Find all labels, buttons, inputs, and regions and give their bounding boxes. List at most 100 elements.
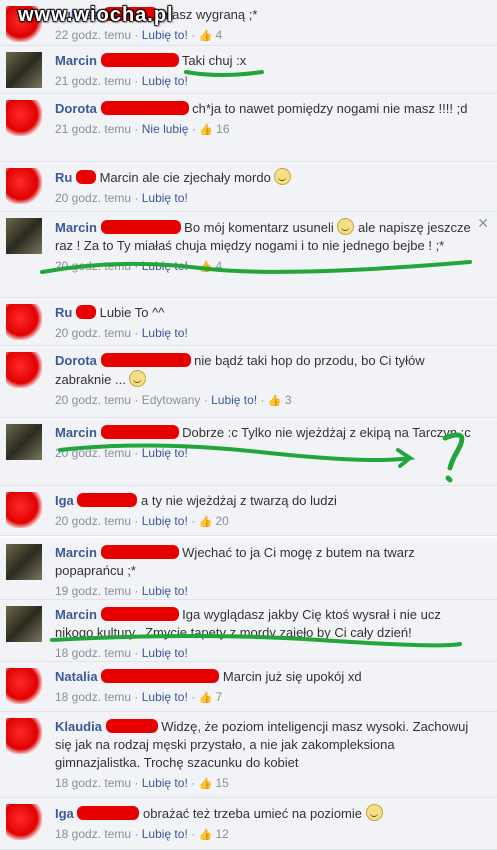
comment-text: masz wygraną ;*	[161, 7, 258, 22]
comment-meta: 18 godz. temu · Lubię to!	[55, 646, 188, 660]
thumbs-up-icon: 👍	[198, 516, 213, 528]
comment-body: Marcin Dobrze :c Tylko nie wjeżdżaj z ek…	[55, 424, 477, 462]
like-link[interactable]: Lubię to!	[142, 776, 188, 790]
author-name[interactable]: Marcin	[55, 220, 97, 235]
comment-body: Ru Lubie To ^^ 20 godz. temu · Lubię to!	[55, 304, 477, 342]
author-name[interactable]: Marcin	[55, 545, 97, 560]
comment-body: Iga obrażać też trzeba umieć na poziomie…	[55, 804, 477, 844]
author-name[interactable]: Ru	[55, 170, 72, 185]
redacted-name	[101, 669, 220, 683]
comment-body: Dorota ch*ja to nawet pomiędzy nogami ni…	[55, 100, 477, 139]
like-link[interactable]: Lubię to!	[142, 191, 188, 205]
comment-meta: 20 godz. temu · Lubię to!	[55, 191, 188, 205]
like-link[interactable]: Lubię to!	[142, 28, 188, 42]
comment-text: Lubie To ^^	[99, 305, 165, 320]
timestamp: 20 godz. temu	[55, 446, 132, 460]
like-count: 4	[215, 28, 223, 42]
author-name[interactable]: Klaudia	[55, 719, 102, 734]
comment-body: Dorota nie bądź taki hop do przodu, bo C…	[55, 352, 477, 410]
author-name[interactable]: Iga	[55, 493, 74, 508]
comment-text: Bo mój komentarz usuneli	[184, 220, 334, 235]
like-count: 16	[216, 122, 230, 136]
redacted-name	[77, 806, 140, 820]
avatar[interactable]	[6, 718, 42, 754]
redacted-name	[100, 425, 179, 439]
comment-text: Dobrze :c Tylko nie wjeżdżaj z ekipą na …	[182, 425, 471, 440]
timestamp: 18 godz. temu	[55, 690, 132, 704]
comment-text: ch*ja to nawet pomiędzy nogami nie masz …	[192, 101, 468, 116]
comment-meta: 20 godz. temu · Lubię to!	[55, 326, 188, 340]
comment-body: Natalia Marcin już się upokój xd 18 godz…	[55, 668, 477, 707]
comment: Iga a ty nie wjeżdżaj z twarzą do ludzi …	[0, 486, 497, 536]
author-name[interactable]: Marcin	[55, 53, 97, 68]
like-link[interactable]: Lubię to!	[142, 646, 188, 660]
close-icon[interactable]: ✕	[477, 215, 489, 232]
avatar[interactable]	[6, 668, 42, 704]
like-link[interactable]: Lubię to!	[142, 584, 188, 598]
like-count: 12	[215, 827, 229, 841]
like-link[interactable]: Lubię to!	[211, 393, 257, 407]
smiley-icon	[274, 168, 292, 185]
avatar[interactable]	[6, 168, 42, 204]
author-name[interactable]: Natalia	[55, 669, 98, 684]
avatar[interactable]	[6, 544, 42, 580]
like-link[interactable]: Lubię to!	[142, 514, 188, 528]
avatar[interactable]	[6, 424, 42, 460]
comment-body: Klaudia Widzę, że poziom inteligencji ma…	[55, 718, 477, 793]
avatar[interactable]	[6, 804, 42, 840]
comment-meta: 22 godz. temu · Lubię to! · 👍 4	[55, 28, 223, 42]
like-link[interactable]: Lubię to!	[142, 259, 188, 273]
avatar[interactable]	[6, 304, 42, 340]
comment-meta: 19 godz. temu · Lubię to!	[55, 584, 188, 598]
author-name[interactable]: Marcin	[55, 425, 97, 440]
like-link[interactable]: Lubię to!	[142, 74, 188, 88]
smiley-icon	[365, 804, 383, 821]
timestamp: 18 godz. temu	[55, 646, 132, 660]
unlike-link[interactable]: Nie lubię	[142, 122, 189, 136]
like-link[interactable]: Lubię to!	[142, 326, 188, 340]
like-count: 15	[215, 776, 229, 790]
timestamp: 22 godz. temu	[55, 28, 132, 42]
timestamp: 19 godz. temu	[55, 584, 132, 598]
avatar[interactable]	[6, 492, 42, 528]
thumbs-up-icon: 👍	[198, 261, 213, 273]
author-name[interactable]: Marcin	[55, 607, 97, 622]
comment: Marcin Dobrze :c Tylko nie wjeżdżaj z ek…	[0, 418, 497, 486]
comment-text: a ty nie wjeżdżaj z twarzą do ludzi	[141, 493, 337, 508]
thumbs-up-icon: 👍	[198, 692, 213, 704]
comment: Natalia Marcin już się upokój xd 18 godz…	[0, 662, 497, 712]
comment: ✕ Marcin Bo mój komentarz usuneli ale na…	[0, 212, 497, 298]
author-name[interactable]: Ru	[55, 305, 72, 320]
thumbs-up-icon: 👍	[198, 30, 213, 42]
like-link[interactable]: Lubię to!	[142, 827, 188, 841]
redacted-name	[100, 353, 191, 367]
edited-label: Edytowany	[141, 393, 201, 407]
avatar[interactable]	[6, 606, 42, 642]
comment-meta: 21 godz. temu · Lubię to!	[55, 74, 188, 88]
avatar[interactable]	[6, 52, 42, 88]
timestamp: 20 godz. temu	[55, 191, 132, 205]
redacted-name	[100, 101, 189, 115]
redacted-name	[77, 493, 138, 507]
comment: Ru Marcin ale cie zjechały mordo 20 godz…	[0, 162, 497, 212]
avatar[interactable]	[6, 218, 42, 254]
avatar[interactable]	[6, 100, 42, 136]
avatar[interactable]	[6, 352, 42, 388]
author-name[interactable]: Dorota	[55, 353, 97, 368]
redacted-name	[105, 719, 158, 733]
redacted-name	[100, 545, 179, 559]
comment-text: obrażać też trzeba umieć na poziomie	[143, 806, 362, 821]
like-count: 4	[215, 259, 223, 273]
redacted-name	[100, 607, 179, 621]
comment-body: Marcin Wjechać to ja Ci mogę z butem na …	[55, 544, 477, 600]
timestamp: 21 godz. temu	[55, 122, 132, 136]
comment: Dorota ch*ja to nawet pomiędzy nogami ni…	[0, 94, 497, 162]
thumbs-up-icon: 👍	[199, 124, 213, 136]
timestamp: 18 godz. temu	[55, 776, 132, 790]
comment-text: Marcin już się upokój xd	[222, 669, 362, 684]
author-name[interactable]: Dorota	[55, 101, 97, 116]
like-link[interactable]: Lubię to!	[142, 690, 188, 704]
comment-meta: 20 godz. temu · Lubię to! · 👍 20	[55, 514, 229, 528]
like-link[interactable]: Lubię to!	[142, 446, 188, 460]
author-name[interactable]: Iga	[55, 806, 74, 821]
